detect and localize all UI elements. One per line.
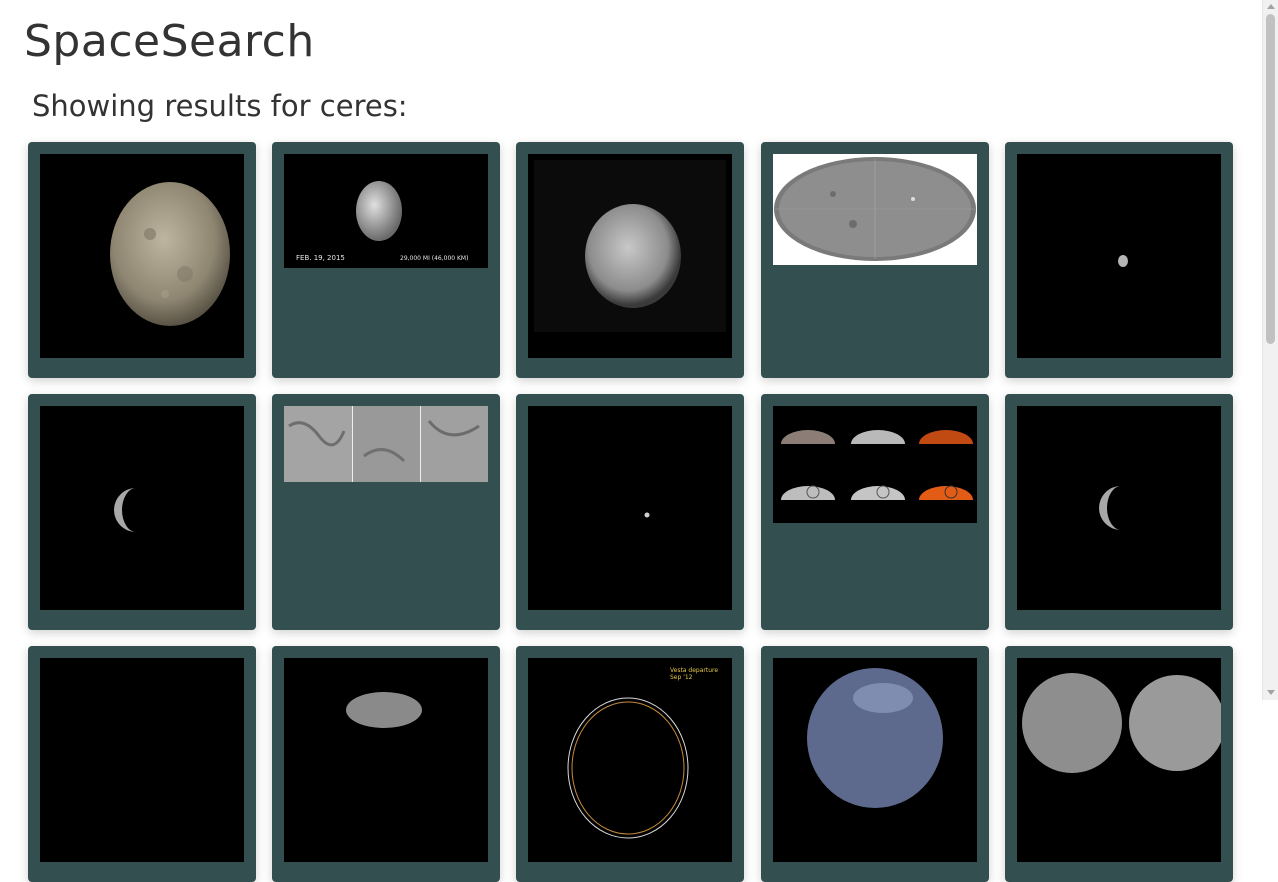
image-caption-distance: 29,000 MI (46,000 KM) [400,255,468,262]
results-grid: FEB. 19, 2015 29,000 MI (46,000 KM) Vest… [0,0,1262,882]
diagram-label: Vesta departure [670,667,718,674]
result-image[interactable] [528,154,732,358]
image-caption-date: FEB. 19, 2015 [296,254,345,262]
result-image[interactable] [1017,154,1221,358]
result-card[interactable] [28,394,256,630]
result-image[interactable] [528,406,732,610]
result-card[interactable] [761,646,989,882]
result-card[interactable] [1005,142,1233,378]
result-image[interactable] [284,406,488,482]
result-card[interactable]: FEB. 19, 2015 29,000 MI (46,000 KM) [272,142,500,378]
scroll-down-arrow-icon[interactable] [1267,690,1275,695]
result-card[interactable] [28,142,256,378]
diagram-label: Sep '12 [670,674,693,681]
result-card[interactable] [1005,646,1233,882]
result-image[interactable] [40,154,244,358]
result-image[interactable] [1017,658,1221,862]
result-card[interactable] [1005,394,1233,630]
result-card[interactable] [272,646,500,882]
vertical-scrollbar[interactable] [1262,0,1278,700]
result-card[interactable] [761,142,989,378]
result-image[interactable] [40,406,244,610]
result-image[interactable] [40,658,244,862]
result-card[interactable] [516,394,744,630]
result-card[interactable]: Vesta departure Sep '12 [516,646,744,882]
result-image[interactable] [773,658,977,862]
result-image[interactable] [773,154,977,265]
scrollbar-thumb[interactable] [1266,14,1275,344]
result-image[interactable] [1017,406,1221,610]
result-card[interactable] [761,394,989,630]
result-card[interactable] [272,394,500,630]
result-image[interactable]: Vesta departure Sep '12 [528,658,732,862]
result-card[interactable] [28,646,256,882]
result-image[interactable] [773,406,977,523]
result-card[interactable] [516,142,744,378]
result-image[interactable]: FEB. 19, 2015 29,000 MI (46,000 KM) [284,154,488,268]
result-image[interactable] [284,658,488,862]
scroll-up-arrow-icon[interactable] [1267,4,1275,9]
